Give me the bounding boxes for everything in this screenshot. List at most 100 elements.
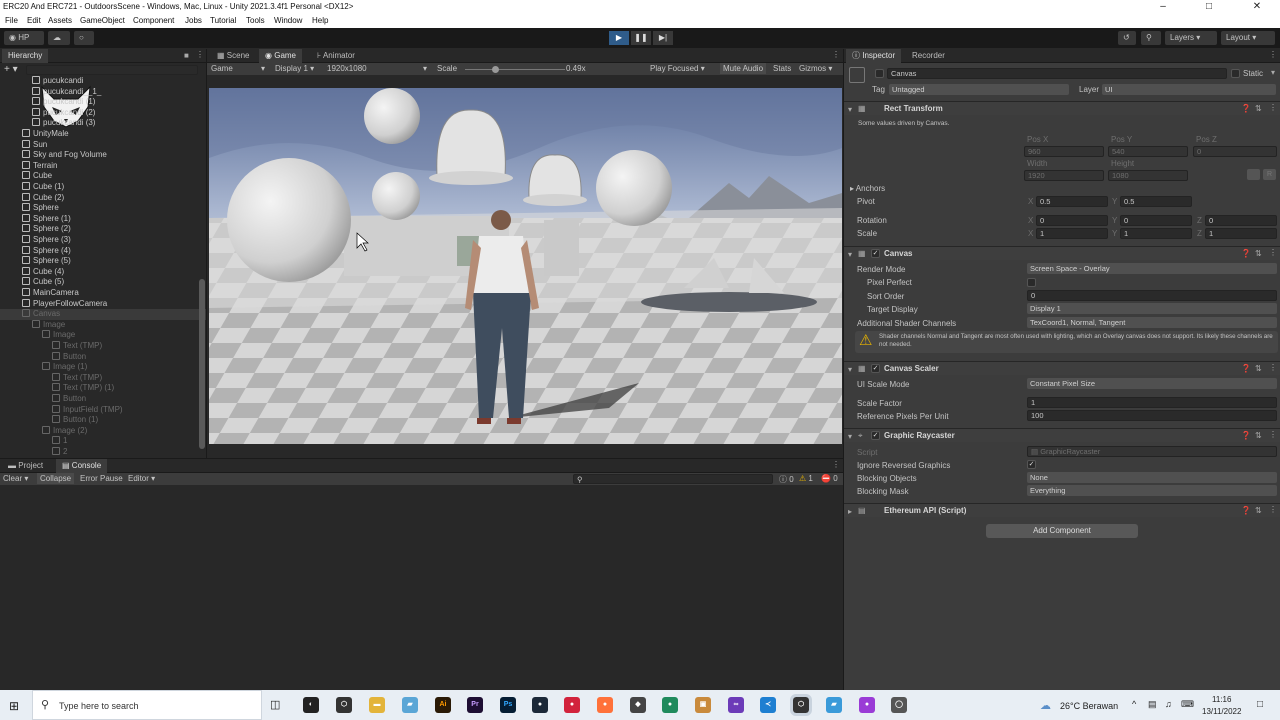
mute-audio-toggle[interactable]: Mute Audio: [720, 63, 767, 74]
minimize-button[interactable]: –: [1140, 0, 1186, 14]
tab-hierarchy[interactable]: Hierarchy: [2, 49, 49, 63]
file-explorer-icon[interactable]: ▬: [369, 697, 385, 713]
gizmos-dropdown[interactable]: Gizmos ▾: [799, 64, 832, 73]
display-dropdown[interactable]: Display 1 ▾: [275, 64, 314, 73]
game-mode-dropdown[interactable]: Game ▾: [211, 64, 265, 73]
app-icon-2[interactable]: ▰: [402, 697, 418, 713]
ppu-field[interactable]: 100: [1027, 410, 1277, 421]
active-checkbox[interactable]: [875, 69, 884, 78]
more-icon[interactable]: ⋮: [1269, 363, 1277, 372]
anchors-foldout[interactable]: ▸ Anchors: [850, 184, 885, 193]
target-display-dropdown[interactable]: Display 1: [1027, 303, 1277, 314]
console-search-input[interactable]: ⚲: [573, 474, 773, 484]
tab-recorder[interactable]: Recorder: [906, 49, 951, 63]
scale-slider-track[interactable]: [465, 69, 565, 70]
photoshop-icon[interactable]: Ps: [500, 697, 516, 713]
shader-channels-dropdown[interactable]: TexCoord1, Normal, Tangent: [1027, 317, 1277, 328]
scale-x-field[interactable]: 1: [1036, 228, 1108, 239]
blocking-mask-dropdown[interactable]: Everything: [1027, 485, 1277, 496]
maximize-button[interactable]: □: [1186, 0, 1232, 14]
collab-button[interactable]: ○: [74, 31, 94, 45]
premiere-icon[interactable]: Pr: [467, 697, 483, 713]
layout-dropdown[interactable]: Layout ▾: [1221, 31, 1275, 45]
app-icon-3[interactable]: ●: [564, 697, 580, 713]
edge-icon[interactable]: ●: [662, 697, 678, 713]
hierarchy-search-input[interactable]: [26, 65, 198, 75]
add-object-button[interactable]: + ▾: [4, 64, 18, 75]
layer-dropdown[interactable]: UI: [1102, 84, 1276, 95]
history-button[interactable]: ↺: [1118, 31, 1136, 45]
canvas-scaler-enabled-checkbox[interactable]: ✓: [871, 364, 880, 373]
help-icon[interactable]: ❓: [1241, 104, 1251, 113]
ignore-reversed-checkbox[interactable]: ✓: [1027, 460, 1036, 469]
pivot-x-field[interactable]: 0.5: [1036, 196, 1108, 207]
error-pause-toggle[interactable]: Error Pause: [80, 474, 123, 483]
rot-z-field[interactable]: 0: [1205, 215, 1277, 226]
tab-project[interactable]: ▬ Project: [2, 459, 49, 473]
add-component-button[interactable]: Add Component: [986, 524, 1138, 538]
more-icon[interactable]: ⋮: [832, 50, 840, 59]
rot-x-field[interactable]: 0: [1036, 215, 1108, 226]
unity-editor-icon[interactable]: ⬡: [790, 694, 812, 716]
search-toolbar-button[interactable]: ⚲: [1141, 31, 1161, 45]
close-button[interactable]: ✕: [1234, 0, 1280, 14]
blocking-objects-dropdown[interactable]: None: [1027, 472, 1277, 483]
menu-tutorial[interactable]: Tutorial: [210, 14, 236, 28]
app-icon-8[interactable]: ◯: [891, 697, 907, 713]
hierarchy-item[interactable]: Canvas: [0, 309, 206, 320]
resolution-dropdown[interactable]: 1920x1080 ▾: [327, 64, 431, 73]
pivot-y-field[interactable]: 0.5: [1120, 196, 1192, 207]
app-icon-7[interactable]: ●: [859, 697, 875, 713]
cloud-button[interactable]: ☁: [48, 31, 70, 45]
help-icon[interactable]: ❓: [1241, 364, 1251, 373]
tag-dropdown[interactable]: Untagged: [889, 84, 1069, 95]
stats-toggle[interactable]: Stats: [773, 64, 791, 73]
visual-studio-icon[interactable]: ∞: [728, 697, 744, 713]
menu-tools[interactable]: Tools: [246, 14, 265, 28]
menu-assets[interactable]: Assets: [48, 14, 72, 28]
log-count-toggle[interactable]: ⓘ 0: [779, 474, 794, 485]
help-icon[interactable]: ❓: [1241, 431, 1251, 440]
help-icon[interactable]: ❓: [1241, 249, 1251, 258]
menu-file[interactable]: File: [5, 14, 18, 28]
game-viewport[interactable]: [209, 88, 842, 444]
error-count-toggle[interactable]: ⛔ 0: [821, 474, 838, 483]
menu-component[interactable]: Component: [133, 14, 174, 28]
firefox-icon[interactable]: ●: [597, 697, 613, 713]
raycaster-enabled-checkbox[interactable]: ✓: [871, 431, 880, 440]
ethereum-api-header[interactable]: ▸ ▤ Ethereum API (Script) ❓ ⇅ ⋮: [844, 503, 1280, 517]
menu-help[interactable]: Help: [312, 14, 328, 28]
preset-icon[interactable]: ⇅: [1255, 431, 1262, 440]
preset-icon[interactable]: ⇅: [1255, 364, 1262, 373]
tab-console[interactable]: ▤ Console: [56, 459, 108, 473]
app-icon-4[interactable]: ◆: [630, 697, 646, 713]
scale-z-field[interactable]: 1: [1205, 228, 1277, 239]
rect-transform-header[interactable]: ▾ ▦ Rect Transform ❓ ⇅ ⋮: [844, 101, 1280, 115]
play-focused-dropdown[interactable]: Play Focused ▾: [650, 64, 705, 73]
menu-jobs[interactable]: Jobs: [185, 14, 202, 28]
taskbar-search-box[interactable]: ⚲ Type here to search: [32, 690, 262, 720]
canvas-header[interactable]: ▾ ▦ ✓ Canvas ❓ ⇅ ⋮: [844, 246, 1280, 260]
app-icon-6[interactable]: ▰: [826, 697, 842, 713]
play-button[interactable]: ▶: [609, 31, 629, 45]
preset-icon[interactable]: ⇅: [1255, 506, 1262, 515]
ui-scale-mode-dropdown[interactable]: Constant Pixel Size: [1027, 378, 1277, 389]
scale-factor-field[interactable]: 1: [1027, 397, 1277, 408]
more-icon[interactable]: ⋮: [1269, 50, 1277, 59]
canvas-scaler-header[interactable]: ▾ ▦ ✓ Canvas Scaler ❓ ⇅ ⋮: [844, 361, 1280, 375]
tab-animator[interactable]: ⊦ Animator: [311, 49, 361, 63]
render-mode-dropdown[interactable]: Screen Space - Overlay: [1027, 263, 1277, 274]
scale-y-field[interactable]: 1: [1120, 228, 1192, 239]
menu-window[interactable]: Window: [274, 14, 302, 28]
graphic-raycaster-header[interactable]: ▾ ⌖ ✓ Graphic Raycaster ❓ ⇅ ⋮: [844, 428, 1280, 442]
more-icon[interactable]: ⋮: [832, 460, 840, 469]
tab-game[interactable]: ◉ Game: [259, 49, 303, 63]
collapse-toggle[interactable]: Collapse: [37, 473, 75, 484]
volume-icon[interactable]: ♫: [1165, 699, 1172, 709]
more-icon[interactable]: ⋮: [1269, 103, 1277, 112]
tab-scene[interactable]: ▦ Scene: [211, 49, 255, 63]
canvas-enabled-checkbox[interactable]: ✓: [871, 249, 880, 258]
rot-y-field[interactable]: 0: [1120, 215, 1192, 226]
lock-icon[interactable]: ■: [184, 51, 189, 60]
preset-icon[interactable]: ⇅: [1255, 249, 1262, 258]
